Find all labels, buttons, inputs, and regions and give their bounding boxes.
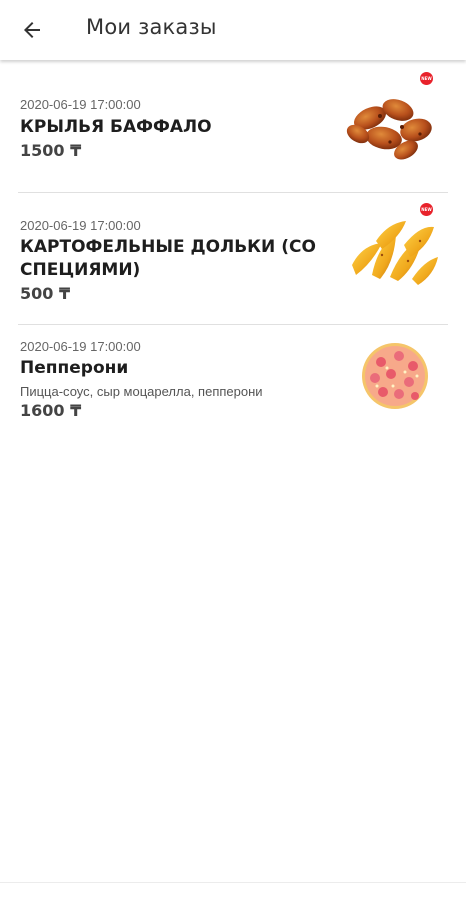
order-item[interactable]: 2020-06-19 17:00:00 КАРТОФЕЛЬНЫЕ ДОЛЬКИ … [0,193,466,323]
new-badge: NEW [420,72,433,85]
page-title: Мои заказы [86,15,217,39]
arrow-left-icon [24,22,40,38]
app-bar: Мои заказы [0,0,466,60]
order-name: Пепперони [20,358,129,378]
order-name: КРЫЛЬЯ БАФФАЛО [20,117,212,137]
pepperoni-pizza-image [362,343,428,409]
order-name: КАРТОФЕЛЬНЫЕ ДОЛЬКИ (СО СПЕЦИЯМИ) [20,237,316,280]
potato-wedges-image [352,221,438,285]
order-date: 2020-06-19 17:00:00 [20,97,141,112]
bottom-divider [0,882,466,883]
order-item[interactable]: 2020-06-19 17:00:00 Пепперони Пицца-соус… [0,325,466,435]
order-price: 500 ₸ [20,284,71,303]
order-price: 1500 ₸ [20,141,82,160]
new-badge: NEW [420,203,433,216]
order-price: 1600 ₸ [20,401,82,420]
order-date: 2020-06-19 17:00:00 [20,218,141,233]
order-date: 2020-06-19 17:00:00 [20,339,141,354]
order-description: Пицца-соус, сыр моцарелла, пепперони [20,384,263,399]
chicken-wings-image [346,99,432,160]
order-item[interactable]: 2020-06-19 17:00:00 КРЫЛЬЯ БАФФАЛО 1500 … [0,62,466,192]
back-button[interactable] [14,12,50,48]
